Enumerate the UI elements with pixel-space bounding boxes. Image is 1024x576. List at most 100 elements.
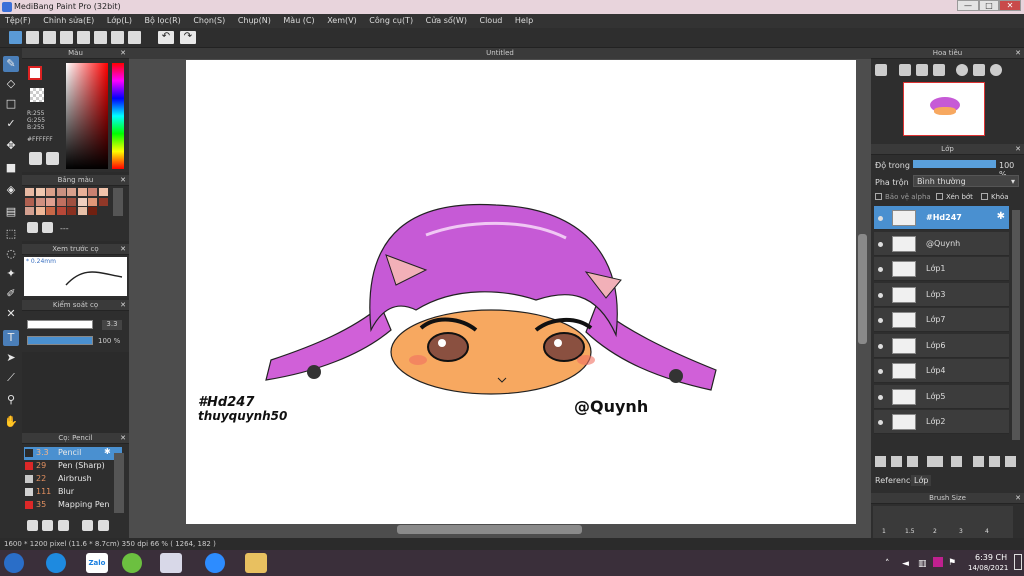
size-slider[interactable] — [27, 320, 93, 329]
palette-swatch[interactable] — [46, 207, 55, 215]
layer-row[interactable]: Lớp2 — [874, 410, 1009, 434]
hand-tool-icon[interactable]: ✋ — [3, 414, 19, 430]
layer-row[interactable]: #Hd247 ✱ — [874, 206, 1009, 230]
vietkey-icon[interactable] — [933, 557, 943, 567]
color-wheel-icon[interactable] — [29, 152, 42, 165]
bucket-tool-icon[interactable]: ◈ — [3, 182, 19, 198]
text-tool-icon[interactable]: T — [3, 330, 19, 346]
palette-swatch[interactable] — [56, 207, 66, 215]
rect-tool-icon[interactable]: □ — [3, 96, 19, 112]
grid-icon[interactable] — [94, 31, 107, 44]
copy-brush-icon[interactable] — [82, 520, 93, 531]
internet-explorer-icon[interactable] — [46, 553, 66, 573]
gradient-tool-icon[interactable]: ▤ — [3, 204, 19, 220]
rotate-right-icon[interactable] — [990, 64, 1002, 76]
eyedropper-icon[interactable]: ⚲ — [3, 392, 19, 408]
palette-swatch[interactable] — [25, 207, 34, 215]
alpha-lock-checkbox[interactable] — [875, 193, 882, 200]
layer-row[interactable]: Lớp7 — [874, 308, 1009, 332]
visibility-icon[interactable] — [878, 241, 883, 247]
palette-swatch[interactable] — [88, 197, 97, 206]
brush-size-3[interactable]: 3 — [959, 528, 963, 535]
palette-swatch[interactable] — [35, 188, 45, 196]
select-eraser-icon[interactable]: ✕ — [3, 306, 19, 322]
brush-item[interactable]: 3.3 Pencil ✱ — [24, 447, 122, 460]
palette-swatch[interactable] — [56, 197, 66, 206]
dropper-tool-icon[interactable]: ⟋ — [3, 370, 19, 386]
palette-swatch[interactable] — [88, 207, 97, 215]
frame-icon[interactable] — [128, 31, 141, 44]
close-icon[interactable]: ✕ — [1015, 48, 1021, 59]
visibility-icon[interactable] — [878, 394, 883, 400]
comment-icon[interactable] — [43, 31, 56, 44]
visibility-icon[interactable] — [878, 216, 883, 221]
palette-swatch[interactable] — [56, 188, 66, 196]
close-icon[interactable]: ✕ — [120, 48, 126, 59]
delete-layer-icon[interactable] — [1005, 456, 1016, 467]
menu-select[interactable]: Chọn(S) — [188, 14, 230, 25]
layer-row[interactable]: Lớp4 — [874, 359, 1009, 383]
palette-swatch[interactable] — [77, 207, 87, 215]
minimize-button[interactable]: — — [957, 0, 979, 11]
menu-file[interactable]: Tệp(F) — [0, 14, 36, 25]
new-layer-icon[interactable] — [875, 456, 886, 467]
layer-row[interactable]: Lớp1 — [874, 257, 1009, 281]
brush-tool-icon[interactable]: ✎ — [3, 56, 19, 72]
new-8bit-layer-icon[interactable] — [907, 456, 918, 467]
palette-swatch[interactable] — [98, 188, 108, 196]
gear-icon[interactable]: ✱ — [104, 447, 111, 456]
visibility-icon[interactable] — [878, 292, 883, 298]
select-tool-icon[interactable]: ✓ — [3, 116, 19, 132]
network-icon[interactable]: ▥ — [918, 559, 927, 569]
brush-item[interactable]: 29 Pen (Sharp) — [24, 460, 122, 473]
zoom-in-icon[interactable] — [875, 64, 887, 76]
brush-size-1-5[interactable]: 1.5 — [905, 528, 915, 535]
lock-checkbox[interactable] — [981, 193, 988, 200]
menu-tools[interactable]: Công cụ(T) — [364, 14, 418, 25]
windows-start-icon[interactable] — [4, 553, 24, 573]
navigator-thumbnail[interactable] — [903, 82, 985, 136]
page-icon[interactable] — [77, 31, 90, 44]
close-icon[interactable]: ✕ — [1015, 493, 1021, 504]
magic-wand-icon[interactable]: ✦ — [3, 266, 19, 282]
new-page-icon[interactable] — [27, 222, 38, 233]
layer-row[interactable]: Lớp6 — [874, 333, 1009, 358]
palette-swatch[interactable] — [77, 197, 87, 206]
merge-layer-icon[interactable] — [989, 456, 1000, 467]
color-picker-icon[interactable] — [46, 152, 59, 165]
palette-swatch[interactable] — [46, 188, 55, 196]
actual-size-icon[interactable] — [933, 64, 945, 76]
close-icon[interactable]: ✕ — [120, 175, 126, 186]
blend-select[interactable]: Bình thường ▾ — [913, 175, 1019, 187]
tab-layer[interactable]: Lớp — [911, 475, 932, 486]
new-brush-icon[interactable] — [42, 520, 53, 531]
visibility-icon[interactable] — [878, 369, 883, 374]
close-icon[interactable]: ✕ — [120, 244, 126, 255]
layer-row[interactable]: @Quynh — [874, 231, 1009, 256]
zoom-out-icon[interactable] — [899, 64, 911, 76]
lasso-tool-icon[interactable]: ◌ — [3, 246, 19, 262]
layer-row[interactable]: Lớp5 — [874, 384, 1009, 409]
visibility-icon[interactable] — [878, 267, 883, 272]
palette-swatch[interactable] — [77, 188, 87, 196]
close-icon[interactable]: ✕ — [120, 433, 126, 444]
palette-swatch[interactable] — [67, 188, 76, 196]
close-icon[interactable]: ✕ — [1015, 144, 1021, 155]
palette-swatch[interactable] — [67, 197, 76, 206]
palette-swatch[interactable] — [25, 197, 34, 206]
app-green-icon[interactable] — [122, 553, 142, 573]
opacity-slider[interactable] — [27, 336, 93, 345]
menu-view[interactable]: Xem(V) — [322, 14, 362, 25]
menu-help[interactable]: Help — [510, 14, 538, 25]
visibility-icon[interactable] — [878, 420, 883, 425]
flag-icon[interactable]: ⚑ — [948, 558, 956, 568]
close-button[interactable]: ✕ — [999, 0, 1021, 11]
add-brush-icon[interactable] — [58, 520, 69, 531]
palette-swatch[interactable] — [67, 207, 76, 215]
visibility-icon[interactable] — [878, 318, 883, 323]
menu-layer[interactable]: Lớp(L) — [102, 14, 137, 25]
palette-swatch[interactable] — [35, 207, 45, 215]
fit-icon[interactable] — [916, 64, 928, 76]
tab-reference[interactable]: Reference — [875, 476, 915, 485]
select-pen-icon[interactable]: ✐ — [3, 286, 19, 302]
